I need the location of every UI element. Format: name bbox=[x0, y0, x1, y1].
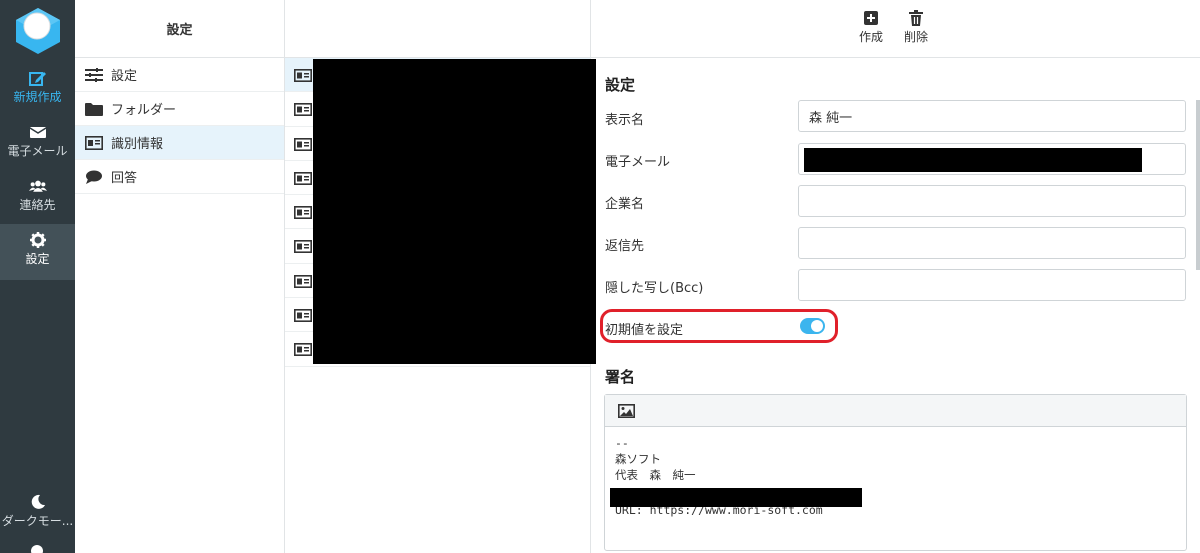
id-card-icon bbox=[294, 206, 312, 220]
contacts-icon bbox=[28, 180, 47, 192]
display-name-field[interactable] bbox=[798, 100, 1186, 132]
nav-email[interactable]: 電子メール bbox=[0, 116, 75, 170]
image-icon[interactable] bbox=[618, 404, 635, 418]
menu-item-folders[interactable]: フォルダー bbox=[75, 92, 284, 126]
signature-editor[interactable]: -- 森ソフト 代表 森 純一 URL: https://www.mori-soft.… bbox=[604, 394, 1187, 551]
create-button-label: 作成 bbox=[859, 30, 884, 44]
company-label: 企業名 bbox=[605, 197, 645, 212]
menu-item-label: 識別情報 bbox=[111, 137, 164, 152]
email-label: 電子メール bbox=[605, 155, 671, 170]
company-field[interactable] bbox=[798, 185, 1186, 217]
signature-line: 代表 森 純一 bbox=[615, 468, 696, 482]
id-card-icon bbox=[294, 274, 312, 288]
nav-compose[interactable]: 新規作成 bbox=[0, 62, 75, 116]
app-nav: 新規作成 電子メール 連絡先 設定 ダークモー... bbox=[0, 0, 75, 553]
signature-section-title: 署名 bbox=[605, 368, 636, 386]
scrollbar[interactable] bbox=[1196, 100, 1200, 270]
display-name-label: 表示名 bbox=[605, 113, 645, 128]
reply-to-label: 返信先 bbox=[605, 239, 645, 254]
moon-icon bbox=[31, 494, 45, 509]
id-card-icon bbox=[294, 309, 312, 323]
reply-to-field[interactable] bbox=[798, 227, 1186, 259]
nav-email-label: 電子メール bbox=[7, 144, 68, 158]
signature-line: -- bbox=[615, 436, 629, 450]
annotation-highlight bbox=[600, 309, 838, 343]
menu-item-responses[interactable]: 回答 bbox=[75, 160, 284, 194]
create-button[interactable]: 作成 bbox=[859, 10, 883, 45]
nav-dark-mode[interactable]: ダークモー... bbox=[0, 486, 75, 540]
menu-item-label: フォルダー bbox=[111, 103, 177, 118]
speech-bubble-icon bbox=[86, 170, 102, 184]
identities-list-header bbox=[285, 0, 590, 58]
redaction-block bbox=[313, 59, 596, 364]
id-card-icon bbox=[294, 69, 312, 82]
signature-line: 森ソフト bbox=[615, 452, 661, 466]
id-card-icon bbox=[294, 171, 312, 185]
about-icon[interactable] bbox=[31, 545, 43, 553]
redaction-block bbox=[610, 488, 862, 507]
bcc-field[interactable] bbox=[798, 269, 1186, 301]
signature-toolbar bbox=[605, 395, 1186, 427]
gear-icon bbox=[29, 232, 46, 248]
menu-item-identities[interactable]: 識別情報 bbox=[75, 126, 284, 160]
delete-button-label: 削除 bbox=[904, 30, 929, 44]
menu-item-label: 設定 bbox=[111, 69, 138, 84]
settings-section-title: 設定 bbox=[605, 76, 636, 94]
menu-item-preferences[interactable]: 設定 bbox=[75, 58, 284, 92]
app-logo bbox=[16, 8, 60, 54]
compose-icon bbox=[28, 72, 46, 86]
sliders-icon bbox=[85, 67, 103, 82]
toolbar: 作成 削除 bbox=[591, 0, 1200, 58]
id-card-icon bbox=[294, 103, 312, 117]
plus-square-icon bbox=[864, 11, 878, 25]
nav-settings[interactable]: 設定 bbox=[0, 224, 75, 280]
nav-contacts-label: 連絡先 bbox=[19, 198, 56, 212]
signature-text: -- 森ソフト 代表 森 純一 URL: https://www.mori-soft.… bbox=[605, 427, 1186, 526]
identity-editor: 作成 削除 設定 表示名 電子メール 企業名 返信先 隠した写し(Bcc) 初期… bbox=[591, 0, 1200, 553]
nav-settings-label: 設定 bbox=[25, 252, 50, 266]
trash-icon bbox=[909, 10, 923, 26]
settings-menu-header: 設定 bbox=[75, 0, 284, 58]
redaction-block bbox=[804, 148, 1142, 172]
delete-button[interactable]: 削除 bbox=[904, 10, 928, 45]
envelope-icon bbox=[29, 127, 46, 138]
nav-dark-mode-label: ダークモー... bbox=[1, 514, 74, 528]
id-card-icon bbox=[294, 343, 312, 357]
bcc-label: 隠した写し(Bcc) bbox=[605, 281, 704, 296]
settings-menu-panel: 設定 設定 フォルダー 識別情報 回答 bbox=[75, 0, 285, 553]
menu-item-label: 回答 bbox=[111, 171, 138, 186]
folder-icon bbox=[85, 102, 103, 116]
id-card-icon bbox=[294, 137, 312, 151]
id-card-icon bbox=[294, 240, 312, 254]
nav-compose-label: 新規作成 bbox=[13, 90, 62, 104]
nav-contacts[interactable]: 連絡先 bbox=[0, 170, 75, 224]
id-card-icon bbox=[85, 135, 103, 150]
